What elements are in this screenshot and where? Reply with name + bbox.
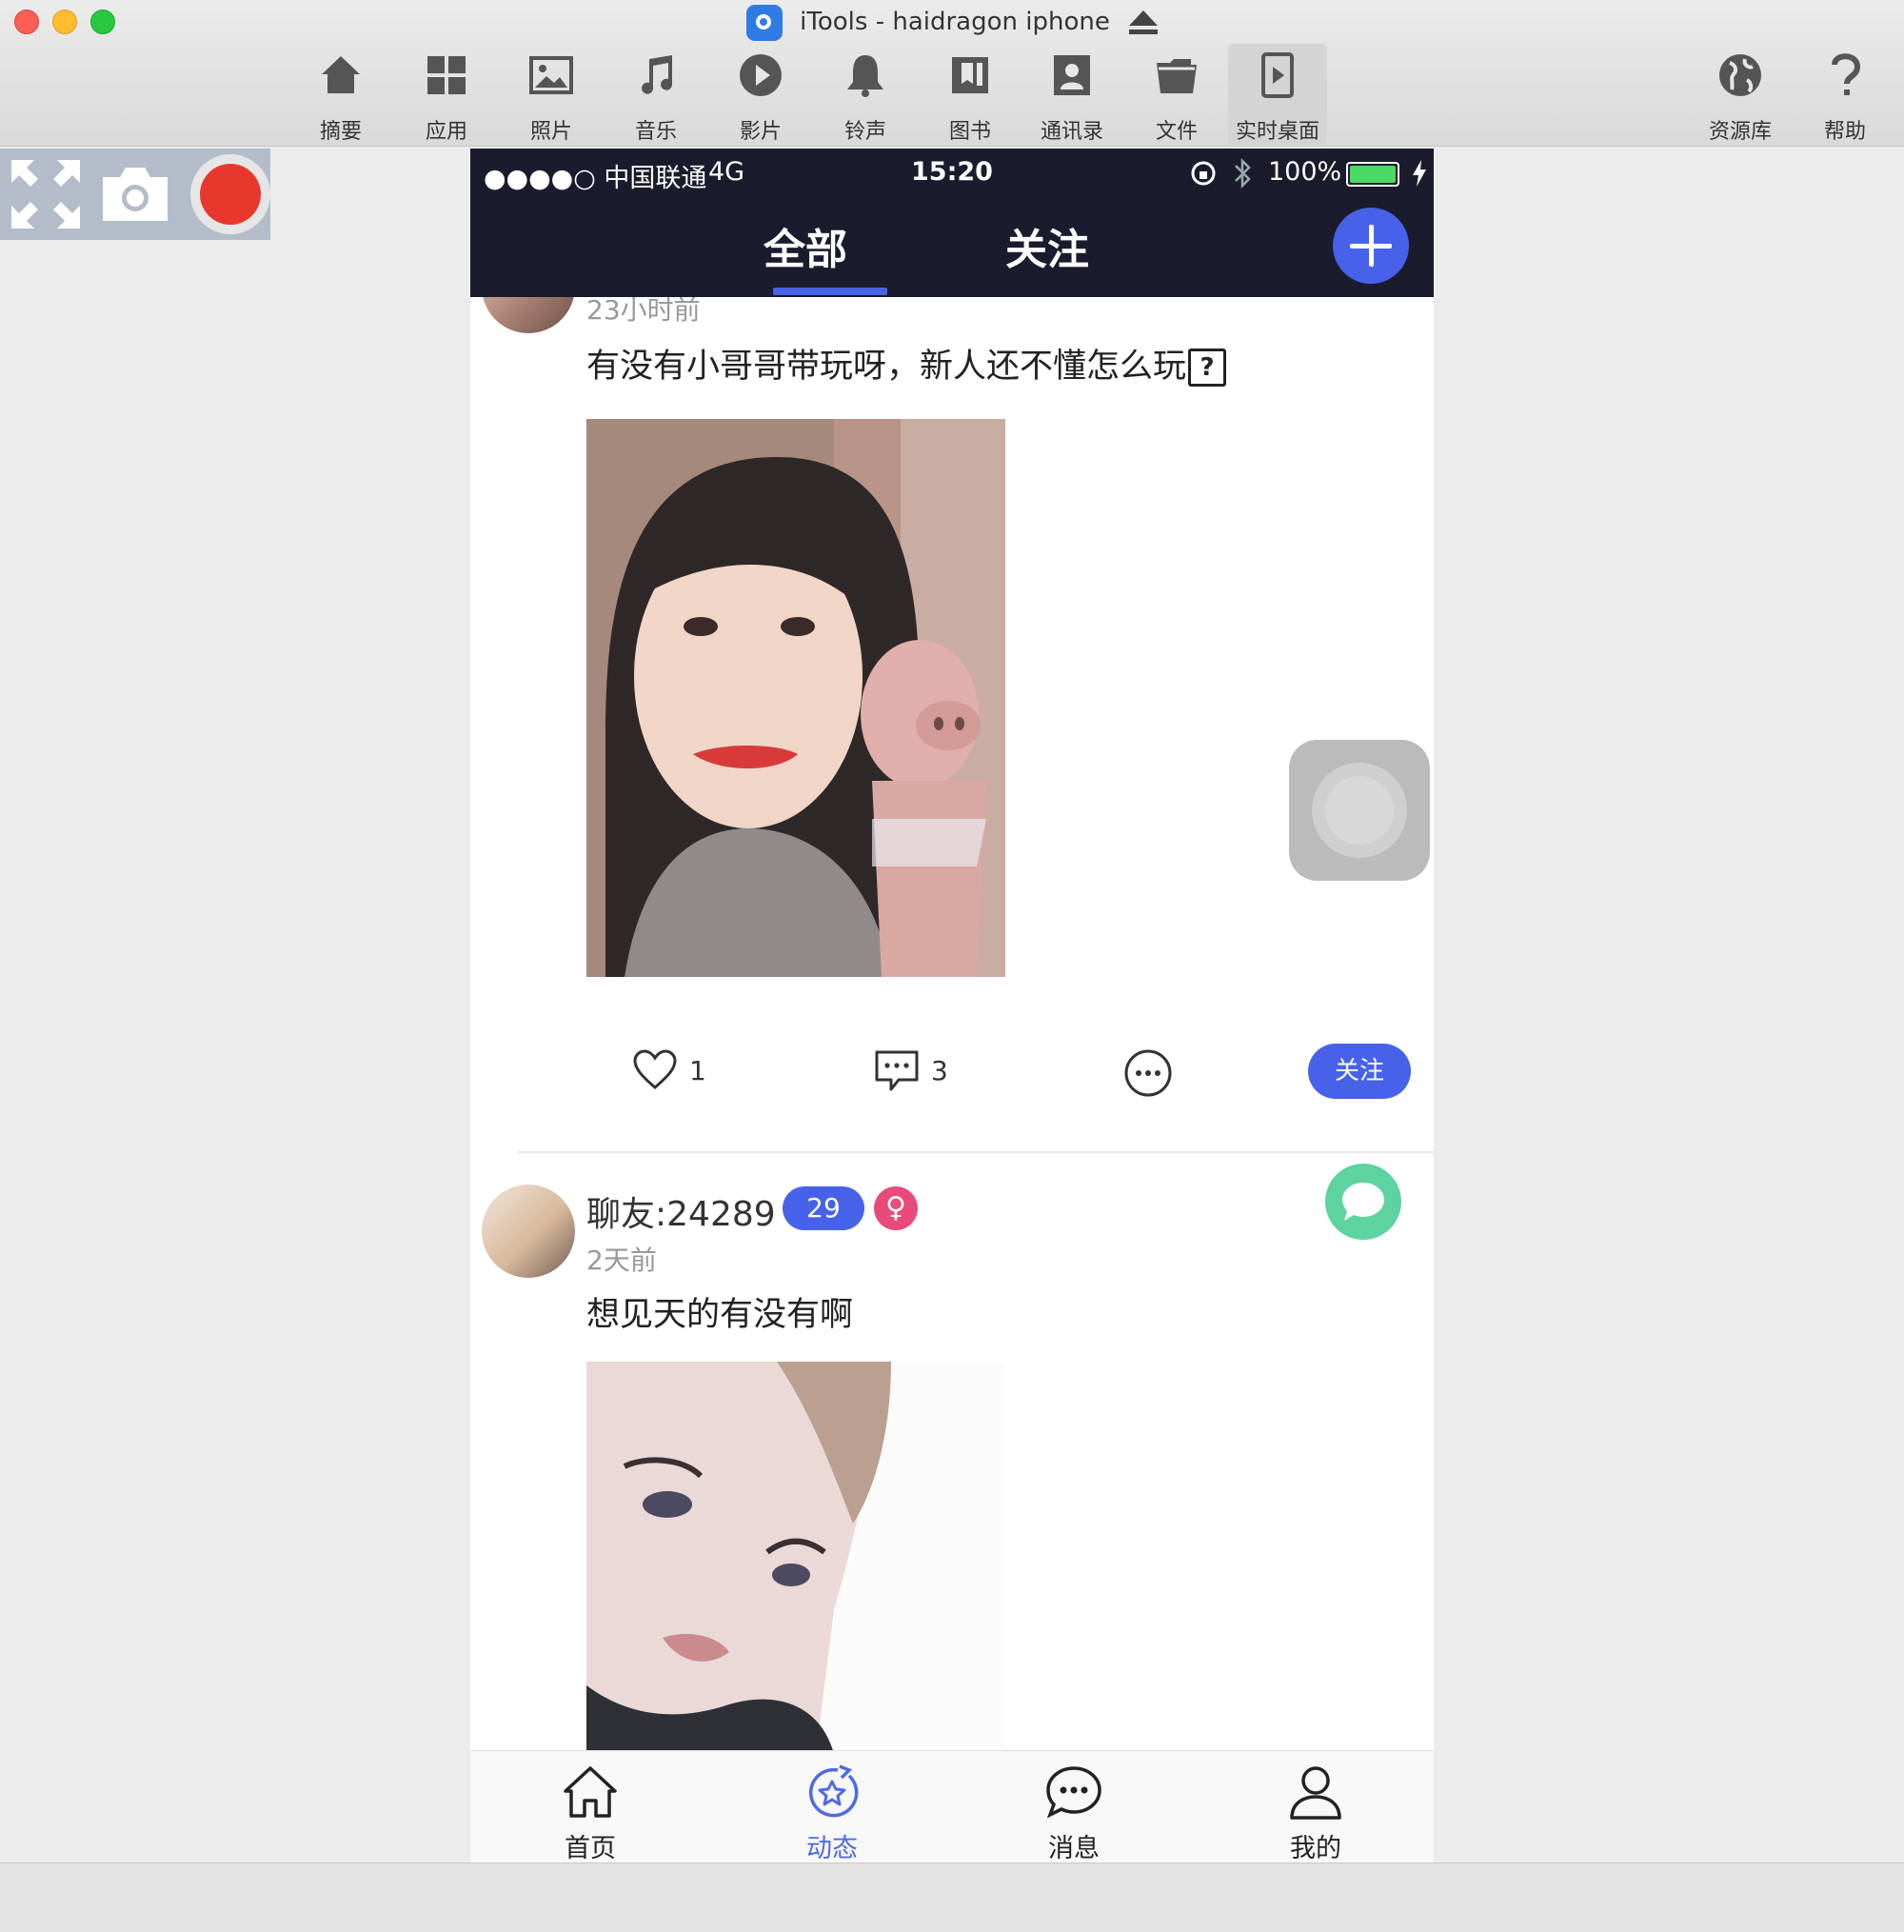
book-icon — [952, 57, 988, 93]
moments-top-nav: 全部 关注 — [470, 198, 1434, 297]
bottom-tab-bar: 首页 动态 消息 我的 — [470, 1750, 1434, 1862]
profile-icon — [1290, 1766, 1341, 1820]
live-desktop-icon — [1261, 52, 1294, 98]
toolbar-help-label: 帮助 — [1823, 120, 1866, 144]
toolbar-photos-label: 照片 — [529, 120, 572, 144]
toolbar-music-label: 音乐 — [634, 120, 677, 144]
post2-avatar[interactable] — [482, 1185, 575, 1278]
toolbar-apps-button[interactable]: 应用 — [397, 44, 496, 145]
mirror-controls — [0, 149, 270, 240]
toolbar-photos-button[interactable]: 照片 — [502, 44, 601, 145]
post-divider — [518, 1151, 1434, 1153]
battery-icon — [1346, 162, 1399, 187]
moments-icon — [809, 1764, 859, 1818]
ios-status-bar: ●●●●○ 中国联通 4G 15:20 100% — [470, 149, 1434, 198]
toolbar-ringtones-label: 铃声 — [843, 120, 886, 144]
tab-profile[interactable]: 我的 — [1259, 1764, 1373, 1862]
record-icon — [200, 164, 261, 225]
toolbar-help-button[interactable]: 帮助 — [1795, 44, 1894, 145]
toolbar-library-label: 资源库 — [1708, 120, 1772, 144]
music-icon — [642, 55, 673, 94]
help-icon — [1832, 53, 1861, 95]
toolbar-videos-label: 影片 — [739, 120, 782, 144]
tab-all[interactable]: 全部 — [764, 215, 887, 295]
post1-comment-count: 3 — [931, 1055, 948, 1086]
contacts-icon — [1054, 55, 1090, 95]
tab-home-label: 首页 — [565, 1834, 616, 1862]
phone-screen: 23小时前 有没有小哥哥带玩呀，新人还不懂怎么玩? 1 3 关注 聊友:2428… — [470, 149, 1434, 1862]
itools-app-icon — [746, 4, 783, 41]
play-icon — [740, 54, 782, 96]
tab-moments[interactable]: 动态 — [775, 1764, 889, 1862]
post1-time: 23小时前 — [586, 297, 701, 326]
window-titlebar: iTools - haidragon iphone 摘要 应用 照片 音乐 影片… — [0, 0, 1904, 147]
comment-icon[interactable] — [874, 1049, 920, 1093]
window-title: iTools - haidragon iphone — [800, 8, 1110, 36]
female-gender-icon: ♀ — [874, 1186, 918, 1230]
post1-text-body: 有没有小哥哥带玩呀，新人还不懂怎么玩 — [586, 348, 1187, 386]
bell-icon — [847, 55, 883, 97]
camera-icon[interactable] — [99, 162, 171, 227]
toolbar-files-button[interactable]: 文件 — [1127, 44, 1226, 145]
tab-profile-label: 我的 — [1290, 1834, 1341, 1862]
post2-username[interactable]: 聊友:24289 — [586, 1186, 776, 1236]
post1-follow-button[interactable]: 关注 — [1308, 1044, 1411, 1099]
chat-bubble-button[interactable] — [1325, 1164, 1401, 1240]
battery-percent: 100% — [1268, 157, 1342, 187]
post1-like-count: 1 — [689, 1055, 706, 1086]
record-button[interactable] — [190, 154, 270, 234]
toolbar-apps-label: 应用 — [425, 120, 467, 144]
photo-icon — [529, 56, 573, 94]
toolbar-summary-label: 摘要 — [319, 120, 362, 144]
window-footer — [0, 1862, 1904, 1932]
post2-photo[interactable] — [586, 1362, 1005, 1750]
bluetooth-icon — [1235, 158, 1251, 189]
post2-time: 2天前 — [586, 1245, 657, 1276]
window-title-area: iTools - haidragon iphone — [0, 4, 1904, 41]
age-badge: 29 — [783, 1186, 864, 1230]
folder-icon — [1157, 59, 1197, 93]
message-icon — [1046, 1766, 1101, 1819]
chat-bubble-icon — [1342, 1183, 1384, 1221]
tab-following[interactable]: 关注 — [1005, 215, 1089, 276]
more-options-icon[interactable] — [1123, 1048, 1173, 1098]
eject-icon[interactable] — [1128, 10, 1158, 35]
home-icon — [322, 56, 360, 93]
toolbar-ringtones-button[interactable]: 铃声 — [816, 44, 915, 145]
toolbar-books-button[interactable]: 图书 — [921, 44, 1020, 145]
fullscreen-icon[interactable] — [10, 158, 82, 230]
toolbar-library-button[interactable]: 资源库 — [1691, 44, 1790, 145]
tab-messages-label: 消息 — [1048, 1834, 1100, 1862]
toolbar-live-desktop-label: 实时桌面 — [1235, 120, 1319, 144]
toolbar-music-button[interactable]: 音乐 — [606, 44, 705, 145]
like-heart-icon[interactable] — [632, 1049, 678, 1091]
post2-text: 想见天的有没有啊 — [586, 1296, 854, 1334]
home-outline-icon — [564, 1766, 617, 1818]
toolbar-contacts-label: 通讯录 — [1040, 120, 1103, 144]
toolbar-live-desktop-button[interactable]: 实时桌面 — [1228, 44, 1327, 145]
toolbar-videos-button[interactable]: 影片 — [711, 44, 810, 145]
tab-messages[interactable]: 消息 — [1017, 1764, 1131, 1862]
post1-photo[interactable] — [586, 419, 1005, 977]
question-box-emoji: ? — [1188, 349, 1227, 387]
toolbar-books-label: 图书 — [948, 120, 991, 144]
tab-moments-label: 动态 — [806, 1834, 858, 1862]
charging-bolt-icon — [1413, 160, 1426, 187]
globe-icon — [1719, 54, 1761, 96]
tab-home[interactable]: 首页 — [533, 1764, 647, 1862]
toolbar-contacts-button[interactable]: 通讯录 — [1022, 44, 1121, 145]
toolbar-summary-button[interactable]: 摘要 — [291, 44, 390, 145]
post1-text: 有没有小哥哥带玩呀，新人还不懂怎么玩? — [586, 339, 1227, 388]
toolbar-files-label: 文件 — [1155, 120, 1198, 144]
add-post-button[interactable] — [1333, 208, 1409, 284]
assistive-touch-button[interactable] — [1289, 740, 1430, 881]
apps-icon — [427, 56, 466, 94]
moments-feed[interactable]: 23小时前 有没有小哥哥带玩呀，新人还不懂怎么玩? 1 3 关注 聊友:2428… — [470, 297, 1434, 1750]
orientation-lock-icon — [1191, 161, 1216, 186]
post1-avatar[interactable] — [482, 297, 575, 333]
